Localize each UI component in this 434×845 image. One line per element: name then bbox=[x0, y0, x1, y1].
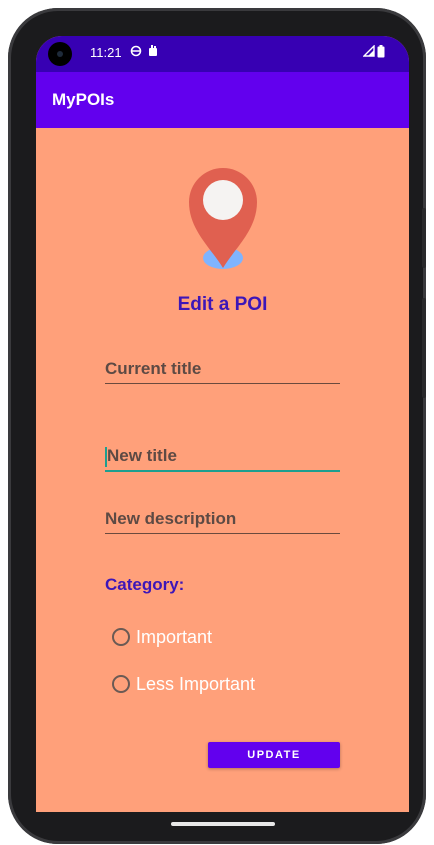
sync-icon bbox=[130, 45, 142, 60]
status-bar: 11:21 bbox=[36, 36, 409, 72]
app-bar: MyPOIs bbox=[36, 72, 409, 128]
radio-circle-icon[interactable] bbox=[112, 675, 130, 693]
radio-circle-icon[interactable] bbox=[112, 628, 130, 646]
new-description-hint: New description bbox=[105, 509, 237, 528]
gesture-nav-handle[interactable] bbox=[171, 822, 275, 826]
current-title-field[interactable]: Current title bbox=[105, 359, 340, 384]
new-title-hint: New title bbox=[107, 446, 177, 465]
new-title-field[interactable]: New title bbox=[105, 446, 340, 472]
radio-important[interactable]: Important bbox=[112, 625, 212, 649]
radio-less-important[interactable]: Less Important bbox=[112, 672, 255, 696]
power-button bbox=[422, 208, 426, 268]
location-pin-icon bbox=[189, 168, 257, 269]
screen: 11:21 MyPOIs Edit a POI Current title Ne… bbox=[36, 36, 409, 812]
notification-icon bbox=[148, 45, 158, 60]
radio-less-important-label: Less Important bbox=[136, 673, 256, 694]
radio-important-label: Important bbox=[136, 626, 213, 647]
signal-icon bbox=[362, 44, 375, 60]
category-label: Category: bbox=[105, 575, 185, 594]
front-camera bbox=[48, 42, 72, 66]
app-title: MyPOIs bbox=[52, 90, 115, 109]
current-title-hint: Current title bbox=[105, 359, 202, 378]
new-description-field[interactable]: New description bbox=[105, 509, 340, 534]
page-heading: Edit a POI bbox=[177, 294, 268, 315]
status-clock: 11:21 bbox=[90, 45, 122, 60]
battery-icon bbox=[377, 45, 385, 61]
update-button[interactable]: UPDATE bbox=[208, 742, 340, 768]
volume-button bbox=[422, 298, 426, 398]
